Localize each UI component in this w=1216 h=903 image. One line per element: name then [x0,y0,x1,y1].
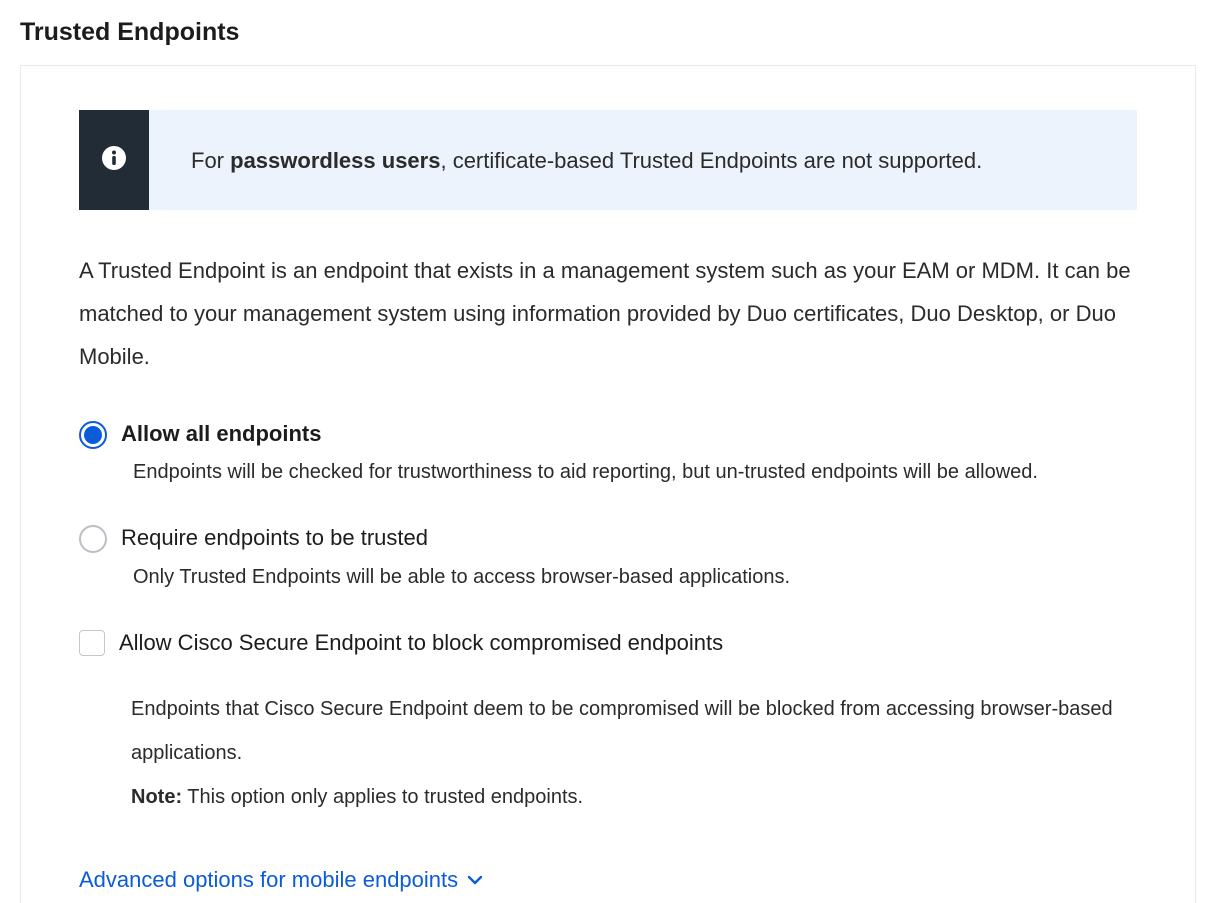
radio-allow-all[interactable]: Allow all endpoints Endpoints will be ch… [79,419,1137,488]
info-bold: passwordless users [230,148,440,173]
info-banner-text: For passwordless users, certificate-base… [149,110,1137,210]
info-banner: For passwordless users, certificate-base… [79,110,1137,210]
info-icon-container [79,110,149,210]
page-title: Trusted Endpoints [20,18,1196,47]
radio-require-trusted[interactable]: Require endpoints to be trusted Only Tru… [79,523,1137,592]
endpoint-policy-group: Allow all endpoints Endpoints will be ch… [79,419,1137,819]
radio-selected-dot [84,426,102,444]
advanced-options-label: Advanced options for mobile endpoints [79,867,458,893]
note-label: Note: [131,786,182,808]
option-label-allow-all: Allow all endpoints [121,419,1137,450]
secure-endpoint-description: Endpoints that Cisco Secure Endpoint dee… [131,687,1137,775]
checkbox-label-secure-endpoint: Allow Cisco Secure Endpoint to block com… [119,628,723,659]
option-content: Allow all endpoints Endpoints will be ch… [121,419,1137,488]
secure-endpoint-note: Note: This option only applies to truste… [131,775,1137,819]
option-subtext-require-trusted: Only Trusted Endpoints will be able to a… [121,562,1137,592]
radio-input-allow-all[interactable] [79,421,107,449]
option-subtext-allow-all: Endpoints will be checked for trustworth… [121,457,1137,487]
radio-input-require-trusted[interactable] [79,525,107,553]
secure-endpoint-subsection: Endpoints that Cisco Secure Endpoint dee… [79,687,1137,819]
advanced-options-link[interactable]: Advanced options for mobile endpoints [79,867,484,893]
option-content: Require endpoints to be trusted Only Tru… [121,523,1137,592]
info-suffix: , certificate-based Trusted Endpoints ar… [440,148,982,173]
option-label-require-trusted: Require endpoints to be trusted [121,523,1137,554]
note-text: This option only applies to trusted endp… [182,786,583,808]
trusted-endpoints-panel: For passwordless users, certificate-base… [20,65,1196,903]
trusted-endpoints-description: A Trusted Endpoint is an endpoint that e… [79,250,1137,379]
info-prefix: For [191,148,230,173]
info-icon [100,144,128,177]
checkbox-secure-endpoint-row[interactable]: Allow Cisco Secure Endpoint to block com… [79,628,1137,659]
chevron-down-icon [466,871,484,889]
checkbox-secure-endpoint[interactable] [79,630,105,656]
